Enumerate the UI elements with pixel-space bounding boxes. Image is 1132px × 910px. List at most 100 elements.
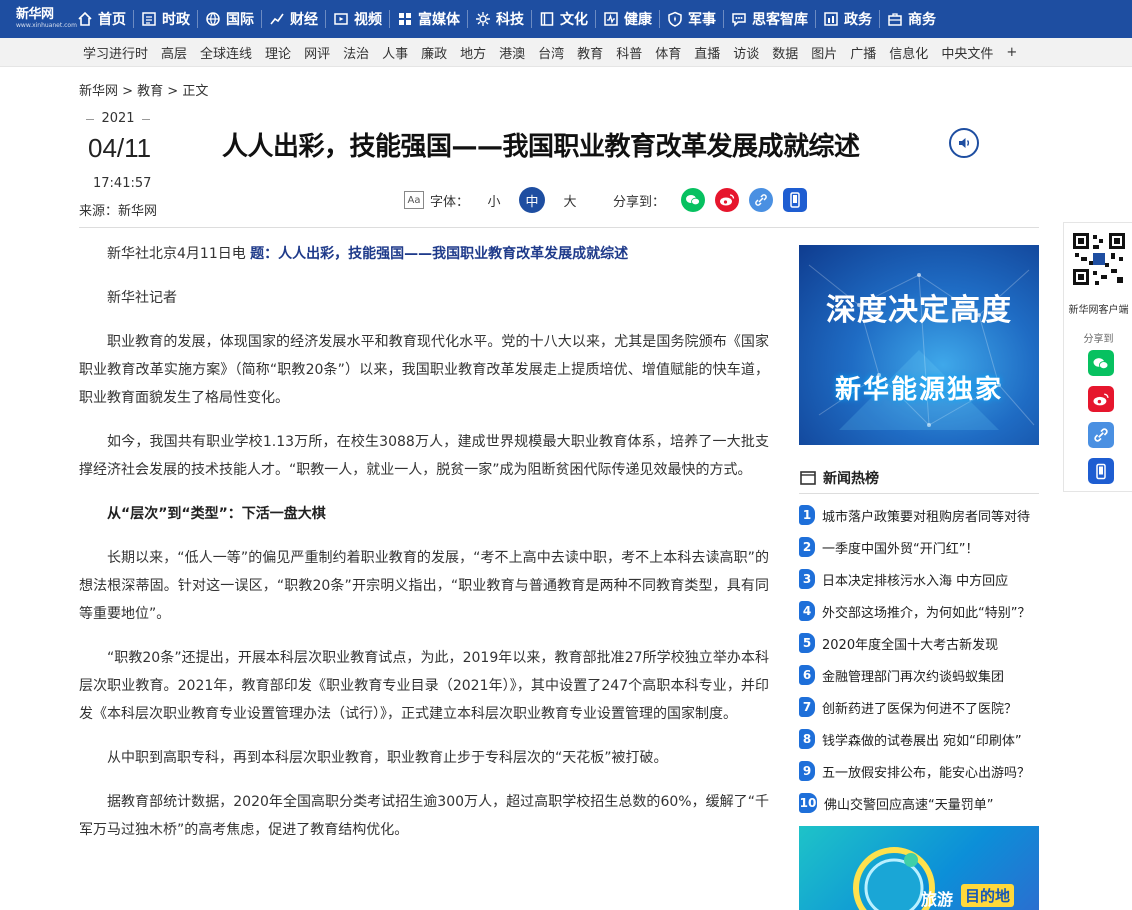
hot-news-text: 金融管理部门再次约谈蚂蚁集团 — [822, 669, 1005, 685]
article-paragraph: 职业教育的发展，体现国家的经济发展水平和教育现代化水平。党的十八大以来，尤其是国… — [79, 334, 769, 406]
subnav-item[interactable]: 访谈 — [733, 43, 759, 62]
nav-item-government[interactable]: 政务 — [816, 0, 879, 38]
subnav-item[interactable]: 理论 — [265, 43, 291, 62]
nav-label: 时政 — [162, 12, 190, 28]
speaker-icon — [959, 138, 970, 148]
subnav-item[interactable]: 高层 — [161, 43, 187, 62]
app-download-label[interactable]: 新华网客户端 — [1064, 301, 1132, 316]
hot-news-text: 钱学森做的试卷展出 宛如“印刷体” — [822, 733, 1022, 749]
finance-icon — [270, 13, 284, 25]
hot-news-item[interactable]: 8 钱学森做的试卷展出 宛如“印刷体” — [799, 723, 1039, 755]
link-share-icon[interactable] — [749, 188, 774, 212]
header-divider — [79, 227, 1039, 228]
font-size-medium[interactable]: 中 — [519, 187, 546, 213]
wechat-share-icon[interactable] — [681, 188, 706, 212]
side-mobile-icon[interactable] — [1088, 458, 1114, 484]
subnav-item[interactable]: 广播 — [850, 43, 876, 62]
health-icon — [604, 12, 618, 26]
subnav-item[interactable]: 信息化 — [889, 43, 928, 62]
share-label: 分享到： — [613, 194, 666, 210]
nav-item-richmedia[interactable]: 富媒体 — [390, 0, 467, 38]
hot-news-text: 日本决定排核污水入海 中方回应 — [822, 573, 1009, 589]
nav-item-home[interactable]: 首页 — [70, 0, 133, 38]
hot-news-item[interactable]: 1 城市落户政策要对租购房者同等对待 — [799, 499, 1039, 531]
hot-news-item[interactable]: 7 创新药进了医保为何进不了医院？ — [799, 691, 1039, 723]
font-size-small[interactable]: 小 — [481, 187, 507, 213]
hot-news-text: 佛山交警回应高速“天量罚单” — [824, 797, 994, 813]
subnav-item[interactable]: 地方 — [460, 43, 486, 62]
side-wechat-icon[interactable] — [1088, 350, 1114, 376]
military-icon — [668, 11, 682, 27]
subnav-item[interactable]: 人事 — [382, 43, 408, 62]
breadcrumb[interactable]: 新华网 > 教育 > 正文 — [79, 80, 208, 99]
article-paragraph: “职教20条”还提出，开展本科层次职业教育试点，为此，2019年以来，教育部批准… — [79, 650, 769, 722]
nav-item-finance[interactable]: 财经 — [262, 0, 325, 38]
hot-news-item[interactable]: 10 佛山交警回应高速“天量罚单” — [799, 787, 1039, 819]
subnav-item[interactable]: 法治 — [343, 43, 369, 62]
audio-play-button[interactable] — [949, 128, 979, 158]
subnav-item[interactable]: 廉政 — [421, 43, 447, 62]
hot-news-item[interactable]: 4 外交部这场推介，为何如此“特别”？ — [799, 595, 1039, 627]
promo-banner[interactable]: 深度决定高度 新华能源独家 — [799, 245, 1039, 445]
side-weibo-icon[interactable] — [1088, 386, 1114, 412]
subnav-item[interactable]: 全球连线 — [200, 43, 252, 62]
nav-item-thinktank[interactable]: 思客智库 — [724, 0, 815, 38]
subnav-more-button[interactable]: + — [1006, 45, 1017, 60]
rank-badge: 5 — [799, 633, 815, 653]
side-link-icon[interactable] — [1088, 422, 1114, 448]
font-size-large[interactable]: 大 — [557, 187, 583, 213]
video-icon — [334, 13, 348, 25]
nav-item-politics[interactable]: 时政 — [134, 0, 197, 38]
hot-news-title: 新闻热榜 — [823, 470, 879, 487]
subnav-item[interactable]: 科普 — [616, 43, 642, 62]
banner-subtitle: 新华能源独家 — [834, 375, 1003, 405]
rank-badge: 9 — [799, 761, 815, 781]
nav-item-international[interactable]: 国际 — [198, 0, 261, 38]
promo-tag-travel: 旅游 — [921, 890, 954, 909]
rank-badge: 8 — [799, 729, 815, 749]
subnav-item[interactable]: 学习进行时 — [83, 43, 148, 62]
nav-label: 健康 — [624, 12, 652, 28]
site-logo[interactable]: 新华网 www.xinhuanet.com — [0, 0, 77, 38]
subnav-item[interactable]: 体育 — [655, 43, 681, 62]
subnav-item[interactable]: 直播 — [694, 43, 720, 62]
hot-list-icon — [800, 470, 816, 485]
subnav-item[interactable]: 数据 — [772, 43, 798, 62]
nav-label: 科技 — [496, 12, 524, 28]
subnav-item[interactable]: 港澳 — [499, 43, 525, 62]
nav-label: 军事 — [688, 12, 716, 28]
nav-label: 政务 — [844, 12, 872, 28]
subnav-item[interactable]: 台湾 — [538, 43, 564, 62]
nav-item-health[interactable]: 健康 — [596, 0, 659, 38]
hot-news-text: 2020年度全国十大考古新发现 — [822, 637, 999, 653]
banner-title: 深度决定高度 — [826, 293, 1012, 328]
article-paragraph: 新华社记者 — [107, 290, 177, 306]
hot-news-item[interactable]: 9 五一放假安排公布，能安心出游吗？ — [799, 755, 1039, 787]
hot-news-item[interactable]: 5 2020年度全国十大考古新发现 — [799, 627, 1039, 659]
nav-item-culture[interactable]: 文化 — [532, 0, 595, 38]
subnav-item[interactable]: 中央文件 — [941, 43, 993, 62]
hot-news-item[interactable]: 6 金融管理部门再次约谈蚂蚁集团 — [799, 659, 1039, 691]
hot-news-item[interactable]: 2 一季度中国外贸“开门红”！ — [799, 531, 1039, 563]
rank-badge: 2 — [799, 537, 815, 557]
font-share-bar: Aa 字体： 小 中 大 分享到： — [404, 186, 808, 214]
subnav-item[interactable]: 网评 — [304, 43, 330, 62]
article-paragraph: 从中职到高职专科，再到本科层次职业教育，职业教育止步于专科层次的“天花板”被打破… — [107, 750, 668, 766]
rank-badge: 10 — [799, 793, 817, 813]
hot-news-item[interactable]: 3 日本决定排核污水入海 中方回应 — [799, 563, 1039, 595]
nav-item-video[interactable]: 视频 — [326, 0, 389, 38]
nav-label: 文化 — [560, 12, 588, 28]
sub-nav: 学习进行时 高层 全球连线 理论 网评 法治 人事 廉政 地方 港澳 台湾 教育… — [0, 38, 1132, 67]
nav-item-business[interactable]: 商务 — [880, 0, 943, 38]
nav-item-tech[interactable]: 科技 — [468, 0, 531, 38]
travel-promo-banner[interactable]: 旅游 目的地 — [799, 826, 1039, 910]
tech-icon — [476, 12, 490, 26]
mobile-share-icon[interactable] — [783, 188, 808, 212]
article-lead: 新华社北京4月11日电 题：人人出彩，技能强国——我国职业教育改革发展成就综述 — [79, 240, 769, 268]
subnav-item[interactable]: 图片 — [811, 43, 837, 62]
subnav-item[interactable]: 教育 — [577, 43, 603, 62]
nav-item-military[interactable]: 军事 — [660, 0, 723, 38]
article-year: 2021 — [86, 111, 150, 126]
weibo-share-icon[interactable] — [715, 188, 740, 212]
network-pattern-graphic — [808, 264, 1035, 430]
